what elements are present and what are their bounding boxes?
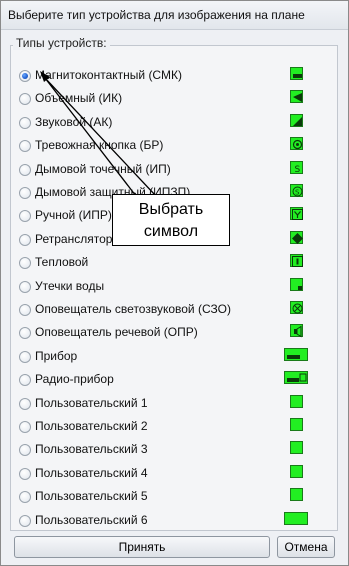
callout-text-1: Выбрать bbox=[138, 201, 204, 218]
callout-pointer bbox=[40, 71, 157, 197]
callout-text-2: символ bbox=[143, 223, 199, 240]
callout-box: Выбрать символ bbox=[112, 194, 230, 246]
